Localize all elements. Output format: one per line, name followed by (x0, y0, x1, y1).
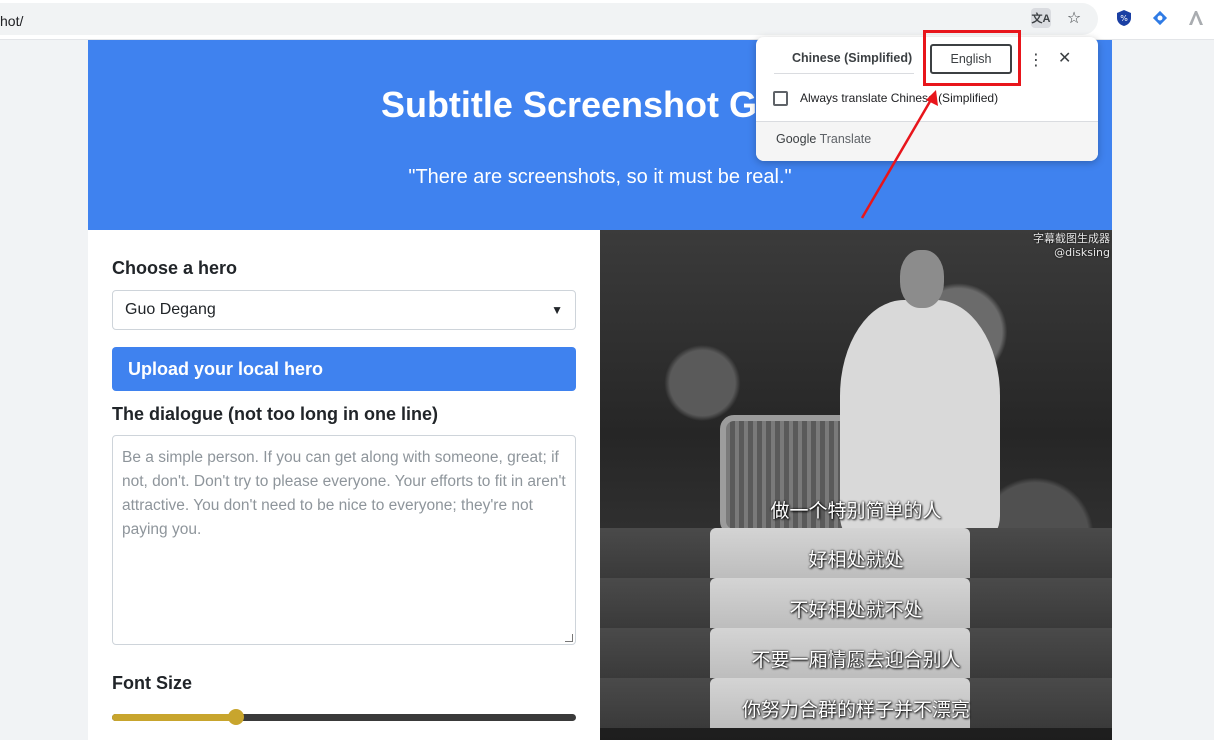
google-translate-logo: Google Translate (776, 132, 871, 146)
close-icon[interactable]: ✕ (1058, 48, 1071, 68)
tab-source-language[interactable]: Chinese (Simplified) (792, 51, 912, 65)
watermark-line-2: @disksing (1054, 246, 1110, 259)
caption-line-5: 你努力合群的样子并不漂亮 (741, 699, 970, 721)
always-translate-checkbox[interactable] (773, 91, 788, 106)
hero-label: Choose a hero (112, 258, 238, 278)
photo-figure (800, 240, 1000, 540)
highlight-box (923, 30, 1021, 86)
dialogue-textarea[interactable]: Be a simple person. If you can get along… (112, 435, 576, 645)
url-text[interactable]: hot/ (0, 13, 23, 29)
font-size-label: Font Size (112, 673, 192, 693)
subtitle-preview-image: 做一个特别简单的人 好相处就处 不好相处就不处 不要一厢情愿去迎合别人 你努力合… (600, 230, 1112, 740)
hero-select[interactable]: Guo Degang ▼ (112, 290, 576, 330)
chevron-down-icon: ▼ (551, 303, 563, 317)
translate-icon[interactable]: 文A (1031, 8, 1051, 28)
browser-toolbar: hot/ 文A ☆ % (0, 0, 1214, 40)
extension-shield-icon[interactable]: % (1115, 9, 1133, 27)
star-icon[interactable]: ☆ (1064, 8, 1084, 28)
slider-thumb[interactable] (228, 709, 245, 725)
extension-diamond-icon[interactable] (1151, 9, 1169, 27)
caption-line-2: 好相处就处 (808, 549, 904, 571)
watermark: 字幕截图生成器 @disksing (1033, 232, 1110, 260)
popup-footer: Google Translate (756, 122, 1098, 161)
dialogue-placeholder: Be a simple person. If you can get along… (122, 449, 566, 538)
watermark-line-1: 字幕截图生成器 (1033, 232, 1110, 245)
figure-head (900, 250, 944, 308)
caption-line-4: 不要一厢情愿去迎合别人 (751, 649, 961, 671)
resize-handle-icon[interactable] (565, 634, 573, 642)
always-translate-label: Always translate Chinese (Simplified) (800, 91, 999, 105)
more-options-icon[interactable]: ⋮ (1028, 50, 1044, 70)
translate-wordmark: Translate (819, 132, 872, 146)
svg-text:%: % (1120, 14, 1128, 23)
upload-hero-button[interactable]: Upload your local hero (112, 347, 576, 391)
google-wordmark: Google (776, 132, 817, 146)
slider-fill (112, 714, 237, 721)
dialogue-label: The dialogue (not too long in one line) (112, 404, 438, 424)
extension-logo-icon[interactable] (1187, 9, 1205, 27)
tab-underline (774, 73, 914, 74)
caption-line-1: 做一个特别简单的人 (770, 500, 942, 522)
font-size-slider[interactable] (112, 708, 576, 726)
hero-selected-value: Guo Degang (125, 301, 216, 318)
caption-line-3: 不好相处就不处 (789, 599, 923, 621)
page-subtitle: "There are screenshots, so it must be re… (408, 166, 792, 188)
settings-form: Choose a hero Guo Degang ▼ Upload your l… (112, 258, 576, 726)
